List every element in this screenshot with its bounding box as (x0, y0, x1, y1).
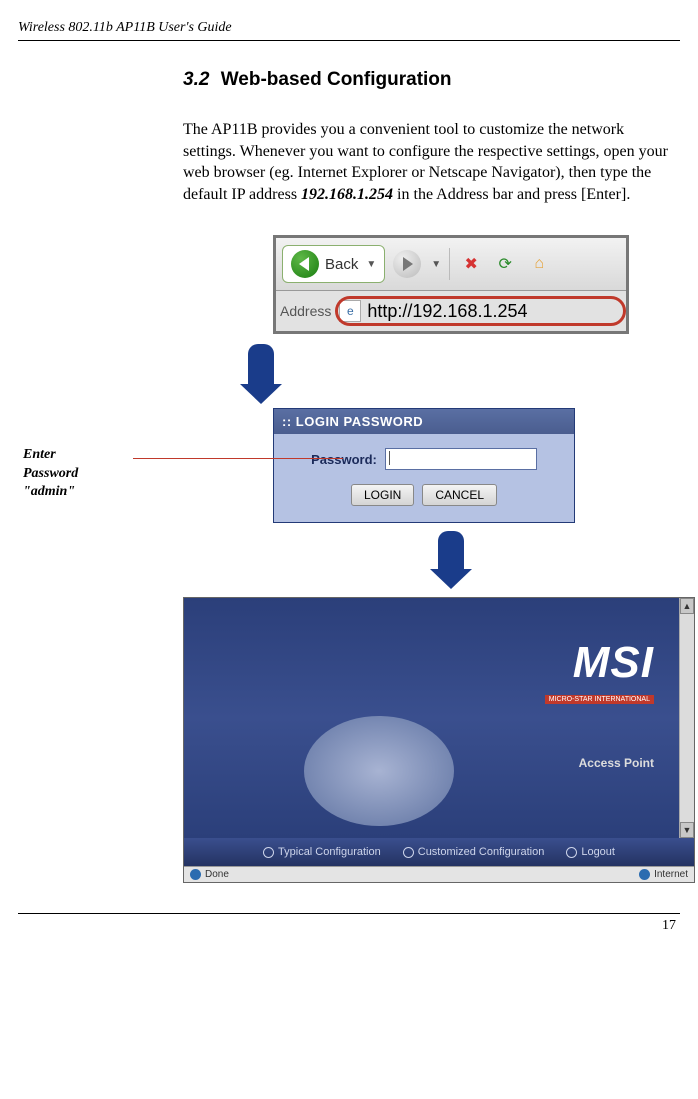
chevron-down-icon[interactable]: ▼ (431, 259, 441, 270)
product-label: Access Point (545, 756, 654, 770)
page-icon: e (339, 300, 361, 322)
splash-banner: MSI MICRO-STAR INTERNATIONAL Access Poin… (184, 598, 694, 838)
vertical-scrollbar[interactable]: ▲ ▼ (679, 598, 694, 838)
down-arrow-icon (248, 344, 274, 386)
password-label: Password: (311, 452, 377, 467)
status-text: Done (205, 869, 229, 880)
body-paragraph: The AP11B provides you a convenient tool… (183, 119, 680, 205)
splash-nav: Typical Configuration Customized Configu… (184, 838, 694, 866)
back-label: Back (325, 256, 358, 273)
address-label: Address (280, 303, 331, 319)
nav-logout[interactable]: Logout (566, 846, 615, 858)
password-annotation: Enter Password "admin" (23, 446, 133, 501)
stop-icon[interactable]: ✖ (458, 251, 484, 277)
text-caret (389, 451, 390, 465)
address-bar[interactable]: e http://192.168.1.254 (339, 300, 622, 322)
back-button[interactable]: Back ▼ (282, 245, 385, 283)
scroll-up-button[interactable]: ▲ (680, 598, 694, 614)
annotation-leader-line (133, 458, 343, 459)
section-title-text: Web-based Configuration (221, 69, 452, 90)
bottom-rule (18, 913, 680, 914)
url-text: http://192.168.1.254 (367, 301, 527, 322)
home-icon[interactable]: ⌂ (526, 251, 552, 277)
nav-customized-config[interactable]: Customized Configuration (403, 846, 545, 858)
back-arrow-icon (291, 250, 319, 278)
flow-arrow-1 (183, 334, 680, 408)
cancel-button[interactable]: CANCEL (422, 484, 497, 506)
nav-typical-config[interactable]: Typical Configuration (263, 846, 381, 858)
zone-text: Internet (654, 869, 688, 880)
page-header: Wireless 802.11b AP11B User's Guide (18, 20, 680, 36)
toolbar-row: Back ▼ ▼ ✖ ⟳ ⌂ (276, 238, 626, 291)
scroll-down-button[interactable]: ▼ (680, 822, 694, 838)
chevron-down-icon[interactable]: ▼ (366, 259, 376, 270)
login-dialog: :: LOGIN PASSWORD Password: LOGIN CANCEL (273, 408, 575, 523)
down-arrow-icon (438, 531, 464, 571)
ie-icon (190, 869, 201, 880)
refresh-icon[interactable]: ⟳ (492, 251, 518, 277)
default-ip: 192.168.1.254 (301, 186, 393, 203)
flow-arrow-2 (183, 523, 680, 597)
radio-icon (403, 847, 414, 858)
separator (449, 248, 450, 280)
forward-button[interactable] (393, 250, 421, 278)
section-heading: 3.2 Web-based Configuration (183, 69, 680, 91)
address-row: Address e http://192.168.1.254 (276, 291, 626, 331)
top-rule (18, 40, 680, 41)
login-dialog-title: :: LOGIN PASSWORD (274, 409, 574, 434)
password-input[interactable] (385, 448, 537, 470)
radio-icon (263, 847, 274, 858)
msi-logo: MSI MICRO-STAR INTERNATIONAL Access Poin… (545, 638, 654, 770)
browser-toolbar-figure: Back ▼ ▼ ✖ ⟳ ⌂ Address e http://192.168.… (273, 235, 629, 334)
section-number: 3.2 (183, 69, 209, 90)
people-illustration (304, 716, 454, 826)
radio-icon (566, 847, 577, 858)
status-bar: Done Internet (184, 866, 694, 882)
splash-screen-figure: MSI MICRO-STAR INTERNATIONAL Access Poin… (183, 597, 695, 883)
page-number: 17 (18, 918, 680, 934)
login-button[interactable]: LOGIN (351, 484, 414, 506)
internet-zone-icon (639, 869, 650, 880)
